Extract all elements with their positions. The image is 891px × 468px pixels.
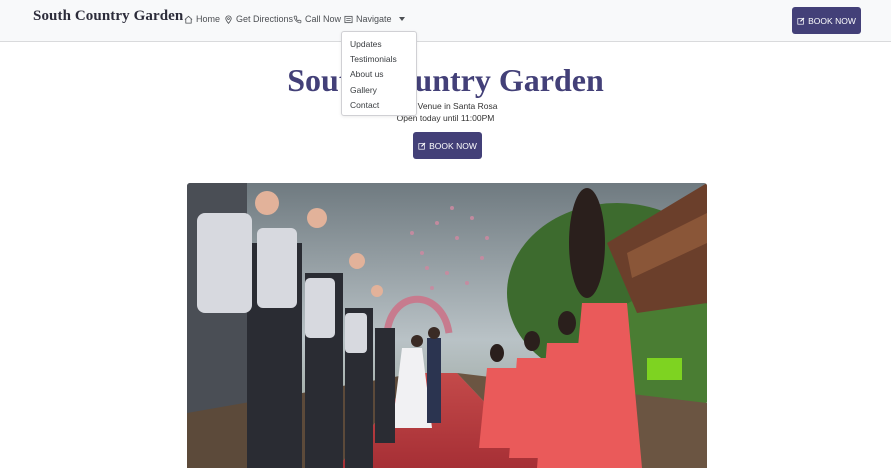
edit-icon (418, 142, 426, 150)
nav-dropdown-navigate[interactable]: Navigate (344, 14, 405, 24)
dropdown-item-contact[interactable]: Contact (350, 100, 379, 110)
phone-icon (293, 15, 302, 23)
navbar: South Country Garden Home Get Directions… (0, 0, 891, 42)
hero-book-now-label: BOOK NOW (429, 140, 477, 151)
hero-title: South Country Garden (287, 62, 604, 98)
dropdown-item-updates[interactable]: Updates (350, 39, 382, 49)
dropdown-item-about-us[interactable]: About us (350, 69, 384, 79)
map-pin-icon (225, 15, 232, 24)
navbar-book-now-label: BOOK NOW (808, 15, 856, 26)
edit-icon (797, 17, 805, 25)
nav-link-home-label: Home (196, 14, 221, 24)
navbar-book-now-button[interactable]: BOOK NOW (792, 7, 861, 34)
list-icon (344, 15, 353, 23)
navigate-dropdown-menu: Updates Testimonials About us Gallery Co… (341, 31, 417, 116)
chevron-down-icon (398, 17, 405, 21)
hero-subtitle-hours: Open today until 11:00PM (396, 113, 495, 123)
home-icon (184, 15, 193, 24)
nav-link-home[interactable]: Home (184, 14, 220, 24)
brand-logo[interactable]: South Country Garden (33, 8, 183, 25)
dropdown-item-testimonials[interactable]: Testimonials (350, 54, 397, 64)
nav-link-get-directions-label: Get Directions (236, 14, 294, 24)
nav-dropdown-navigate-label: Navigate (356, 14, 392, 24)
hero-subtitle-venue: Event Venue in Santa Rosa (393, 101, 498, 111)
nav-link-call-now-label: Call Now (305, 14, 342, 24)
hero-book-now-button[interactable]: BOOK NOW (413, 132, 482, 159)
nav-link-call-now[interactable]: Call Now (293, 14, 341, 24)
wedding-photo (187, 183, 707, 468)
nav-link-get-directions[interactable]: Get Directions (224, 14, 293, 24)
dropdown-item-gallery[interactable]: Gallery (350, 85, 377, 95)
